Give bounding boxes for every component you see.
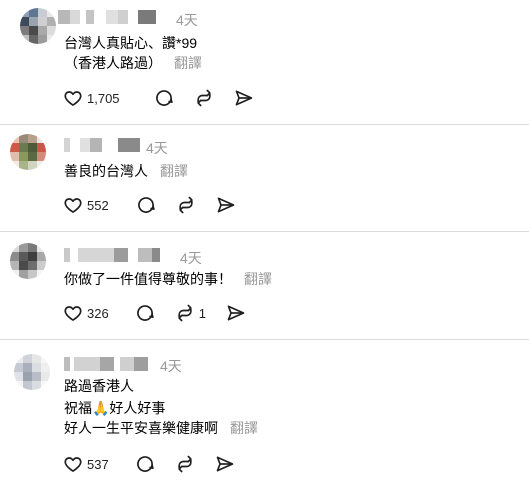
send-icon [227,305,245,321]
reply-button[interactable] [135,454,155,474]
comment-text: 好人一生平安喜樂健康啊 [64,420,218,436]
timestamp: 4天 [160,358,182,374]
heart-icon [64,91,82,106]
reply-button[interactable] [135,303,155,323]
send-icon [216,456,234,472]
repost-icon [178,455,192,473]
reply-button[interactable] [136,195,156,215]
avatar[interactable] [10,243,46,279]
repost-count: 1 [198,305,206,321]
comment-text-line: （香港人路過） 翻譯 [64,53,202,73]
timestamp: 4天 [180,250,202,266]
username[interactable] [58,8,168,26]
comment-text: （香港人路過） [64,55,162,71]
comment-text-line: 路過香港人 [64,378,134,394]
like-button[interactable]: 1,705 [63,88,120,108]
like-button[interactable]: 326 [63,303,109,323]
share-button[interactable] [234,88,254,108]
comment-4: 4天 路過香港人 祝福🙏好人好事 好人一生平安喜樂健康啊 翻譯 537 [0,340,529,486]
repost-button[interactable] [194,88,214,108]
comment-3: 4天 你做了一件值得尊敬的事！ 翻譯 326 1 [0,232,529,339]
send-icon [217,197,235,213]
share-button[interactable] [226,303,246,323]
translate-link[interactable]: 翻譯 [230,420,258,436]
like-count: 326 [87,305,109,321]
action-bar: 1,705 [63,86,274,110]
action-bar: 326 1 [63,301,266,325]
comment-icon [136,305,154,321]
timestamp: 4天 [146,140,168,156]
comment-icon [137,197,155,213]
translate-link[interactable]: 翻譯 [174,55,202,71]
comment-2: 4天 善良的台灣人 翻譯 552 [0,125,529,231]
reply-button[interactable] [154,88,174,108]
comment-icon [136,456,154,472]
translate-link[interactable]: 翻譯 [160,163,188,179]
like-count: 537 [87,456,109,472]
like-button[interactable]: 537 [63,454,109,474]
timestamp: 4天 [176,12,198,28]
comment-text-line: 祝福🙏好人好事 [64,400,166,416]
action-bar: 537 [63,452,255,476]
avatar[interactable] [20,8,56,44]
comment-text-line: 台灣人真貼心、讚*99 [64,35,198,51]
like-button[interactable]: 552 [63,195,109,215]
action-bar: 552 [63,193,256,217]
share-button[interactable] [216,195,236,215]
repost-icon [196,89,211,107]
comment-text: 你做了一件值得尊敬的事！ [64,271,232,287]
heart-icon [64,457,82,472]
repost-button[interactable]: 1 [175,303,206,323]
repost-icon [178,304,192,322]
share-button[interactable] [215,454,235,474]
username[interactable] [64,355,156,373]
repost-icon [179,196,193,214]
comment-text-line: 你做了一件值得尊敬的事！ 翻譯 [64,269,272,289]
username[interactable] [64,136,146,154]
translate-link[interactable]: 翻譯 [244,271,272,287]
like-count: 1,705 [87,90,120,106]
repost-button[interactable] [175,454,195,474]
comment-icon [155,90,173,106]
comment-text-line: 好人一生平安喜樂健康啊 翻譯 [64,418,258,438]
avatar[interactable] [14,354,50,390]
username[interactable] [64,246,174,264]
comment-text: 善良的台灣人 [64,163,148,179]
repost-button[interactable] [176,195,196,215]
like-count: 552 [87,197,109,213]
heart-icon [64,198,82,213]
comment-1: 4天 台灣人真貼心、讚*99 （香港人路過） 翻譯 1,705 [0,0,529,124]
send-icon [235,90,252,106]
heart-icon [64,306,82,321]
comment-text-line: 善良的台灣人 翻譯 [64,161,188,181]
avatar[interactable] [10,134,46,170]
